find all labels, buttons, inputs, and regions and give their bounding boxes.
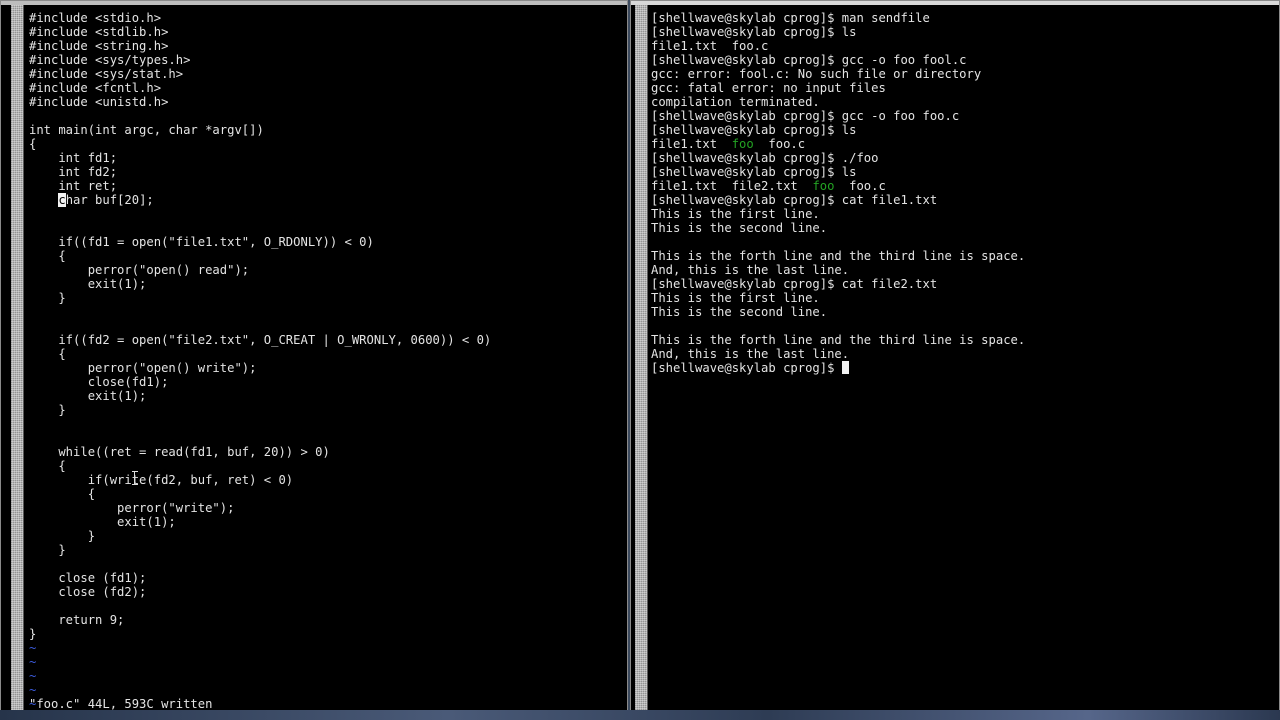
shell-output-line: gcc: error: fool.c: No such file or dire… [651,67,982,81]
editor-scrollbar[interactable] [11,5,24,712]
code-line: #include <string.h> [29,39,169,53]
shell-text-cursor [841,361,849,374]
code-line: { [29,249,66,263]
code-line: { [29,347,66,361]
shell-output-line: This is the second line. [651,221,828,235]
code-line: } [29,627,37,641]
code-line: exit(1); [29,277,147,291]
code-line: int fd2; [29,165,118,179]
shell-output-line: This is the first line. [651,291,820,305]
code-line: perror("write"); [29,501,235,515]
code-line: } [29,529,96,543]
code-line: } [29,403,66,417]
code-line: #include <fcntl.h> [29,81,162,95]
code-line: perror("open() write"); [29,361,257,375]
code-line: close (fd1); [29,571,147,585]
code-line: #include <unistd.h> [29,95,169,109]
shell-output-line: [shellwave@skylab cprog]$ ./foo [651,151,879,165]
empty-buffer-tilde: ~ [29,641,37,655]
editor-window[interactable]: #include <stdio.h> #include <stdlib.h> #in… [0,0,628,713]
shell-scrollbar[interactable] [635,5,648,711]
shell-output-line [651,319,1025,333]
empty-buffer-tilde: ~ [29,683,37,697]
shell-output-line: This is the forth line and the third lin… [651,249,1026,263]
editor-gutter [1,5,11,712]
code-line: if((fd1 = open("file1.txt", O_RDONLY)) <… [29,235,374,249]
shell-output-line: file1.txt foo.c [651,39,769,53]
shell-output-line: This is the forth line and the third lin… [651,333,1026,347]
shell-output-line: This is the first line. [651,207,820,221]
shell-output-line: And, this is the last line. [651,263,850,277]
code-line: #include <stdlib.h> [29,25,169,39]
editor-text-area[interactable]: #include <stdio.h> #include <stdlib.h> #in… [29,11,492,712]
shell-output-line: file1.txt foo foo.c [651,137,806,151]
shell-output-line: [shellwave@skylab cprog]$ cat file2.txt [651,277,938,291]
shell-output-line: [shellwave@skylab cprog]$ ls [651,165,857,179]
shell-output-line: [shellwave@skylab cprog]$ cat file1.txt [651,193,938,207]
shell-output-line: This is the second line. [651,305,828,319]
empty-buffer-tilde: ~ [29,655,37,669]
code-line: return 9; [29,613,125,627]
code-line: } [29,291,66,305]
code-line: #include <sys/stat.h> [29,67,184,81]
code-line: close (fd2); [29,585,147,599]
code-line: } [29,543,66,557]
code-line: exit(1); [29,389,147,403]
executable-file-name: foo [731,137,754,151]
code-line: if((fd2 = open("file2.txt", O_CREAT | O_… [29,333,492,347]
editor-text-cursor: c [58,193,66,207]
executable-file-name: foo [812,179,835,193]
code-line: int fd1; [29,151,118,165]
code-line: int ret; [29,179,118,193]
shell-output-line: [shellwave@skylab cprog]$ man sendfile [651,11,930,25]
code-line: if(write(fd2, buf, ret) < 0) [29,473,294,487]
mouse-ibeam-cursor [132,471,140,485]
shell-window[interactable]: [shellwave@skylab cprog]$ man sendfile [s… [630,0,1280,712]
shell-titlebar[interactable] [631,1,1279,5]
code-line: close(fd1); [29,375,169,389]
shell-output-line: gcc: fatal error: no input files [651,81,886,95]
code-line: int main(int argc, char *argv[]) [29,123,264,137]
desktop-background [0,710,1280,720]
code-line-with-cursor: char buf[20]; [58,193,154,207]
shell-output-line: file1.txt file2.txt foo foo.c [651,179,886,193]
shell-output-line: [shellwave@skylab cprog]$ ls [651,123,857,137]
shell-output-line: [shellwave@skylab cprog]$ gcc -o foo foo… [651,109,960,123]
vim-status-line: "foo.c" 44L, 593C written [29,697,213,711]
editor-titlebar[interactable] [1,1,627,5]
shell-output-line: [shellwave@skylab cprog]$ gcc -o foo foo… [651,53,967,67]
shell-output[interactable]: [shellwave@skylab cprog]$ man sendfile [s… [651,11,1025,375]
shell-prompt-line[interactable]: [shellwave@skylab cprog]$ [651,361,1025,375]
code-line: #include <sys/types.h> [29,53,191,67]
code-line: { [29,137,37,151]
code-line: { [29,487,96,501]
shell-output-line: And, this is the last line. [651,347,850,361]
code-line: exit(1); [29,515,176,529]
shell-prompt: [shellwave@skylab cprog]$ [651,361,842,375]
shell-output-line: compilation terminated. [651,95,820,109]
code-line: while((ret = read(fd1, buf, 20)) > 0) [29,445,330,459]
code-line: #include <stdio.h> [29,11,162,25]
empty-buffer-tilde: ~ [29,669,37,683]
code-line: perror("open() read"); [29,263,250,277]
code-line: { [29,459,66,473]
shell-output-line: [shellwave@skylab cprog]$ ls [651,25,857,39]
shell-output-line [651,235,1025,249]
